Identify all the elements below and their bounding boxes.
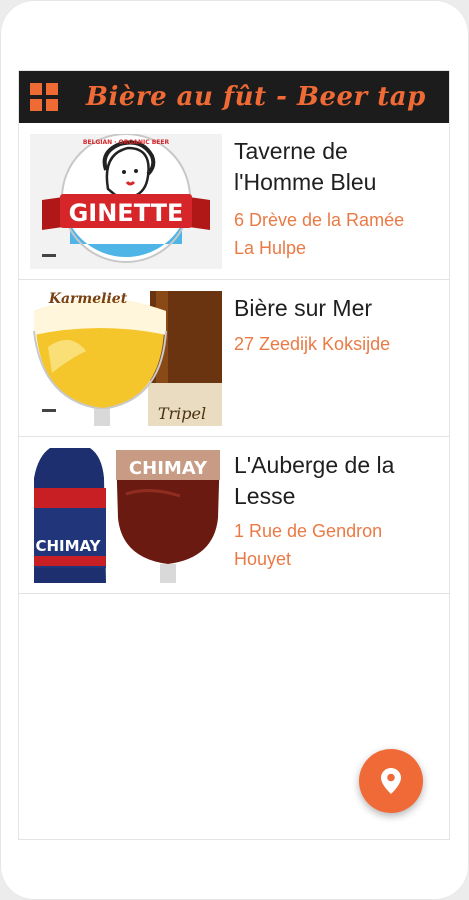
bar-list: GINETTE NATURAL WHITE BELGIAN · ORGANIC … [19,123,449,594]
bar-name-text: Bière sur Mer [234,295,373,321]
thumb-sub-text: Tripel [158,404,206,423]
address-line: 1 Rue de Gendron [234,521,383,541]
thumb-brand-text: GINETTE [69,199,184,227]
beer-thumbnail: GINETTE NATURAL WHITE BELGIAN · ORGANIC … [30,134,222,269]
list-item[interactable]: Tripel Karmeliet Bière sur Mer 27 Zeedij… [19,280,449,437]
bar-address: 6 Drève de la Ramée La Hulpe [234,206,444,262]
address-line: 27 Zeedijk Koksijde [234,334,391,354]
beer-thumbnail: CHIMAY CHIMAY [30,448,222,583]
bar-name: Bière sur Mer [234,293,444,324]
app-title: Bière au fût - Beer tap [86,82,426,112]
phone-frame: Bière au fût - Beer tap GINETTE NATURAL … [0,0,469,900]
address-line: Houyet [234,549,292,569]
bar-name-text: Taverne de l'Homme Bleu [234,138,377,195]
bar-name: L'Auberge de la Lesse [234,450,444,512]
grid-icon[interactable] [30,83,58,111]
app-screen: Bière au fût - Beer tap GINETTE NATURAL … [18,70,450,840]
thumb-sub-text: CHIMAY [35,537,101,555]
map-location-button[interactable] [359,749,423,813]
list-item[interactable]: CHIMAY CHIMAY L'Auberge de la Lesse 1 Ru… [19,437,449,594]
bar-name: Taverne de l'Homme Bleu [234,136,444,198]
app-bar: Bière au fût - Beer tap [19,71,449,123]
bar-name-text: L'Auberge de la Lesse [234,452,395,509]
map-pin-icon [381,768,401,794]
list-item[interactable]: GINETTE NATURAL WHITE BELGIAN · ORGANIC … [19,123,449,280]
thumb-brand-text: CHIMAY [129,458,208,479]
address-line: 6 Drève de la Ramée [234,210,405,230]
thumb-sub-text: NATURAL WHITE [98,235,153,242]
beer-thumbnail: Tripel Karmeliet [30,291,222,426]
bar-address: 27 Zeedijk Koksijde [234,330,444,358]
address-line: La Hulpe [234,238,307,258]
thumb-arc-text: BELGIAN · ORGANIC BEER [83,139,170,146]
bar-address: 1 Rue de Gendron Houyet [234,517,444,573]
thumb-brand-text: Karmeliet [48,291,128,307]
